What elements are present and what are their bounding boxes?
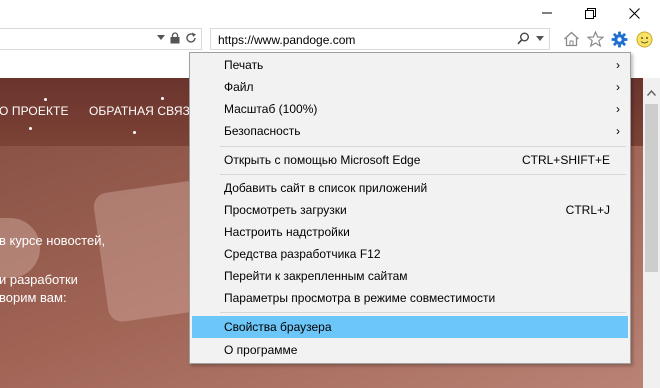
menu-item-security[interactable]: Безопасность › <box>192 120 628 142</box>
menu-item-label: Свойства браузера <box>224 320 332 334</box>
submenu-arrow-icon: › <box>616 124 620 138</box>
lock-icon[interactable] <box>170 32 180 44</box>
menu-separator <box>220 312 626 313</box>
menu-item-shortcut: CTRL+J <box>565 203 610 217</box>
close-icon <box>628 7 640 19</box>
decor-dot <box>161 97 164 100</box>
home-icon[interactable] <box>561 29 581 49</box>
restore-button[interactable] <box>570 0 610 26</box>
menu-item-label: Безопасность <box>224 124 301 138</box>
menu-item-shortcut: CTRL+SHIFT+E <box>521 153 610 167</box>
menu-item-about[interactable]: О программе <box>192 339 628 361</box>
site-text-line: ворим вам: <box>0 290 67 305</box>
menu-separator <box>220 174 626 175</box>
menu-item-label: Средства разработчика F12 <box>224 247 381 261</box>
vertical-scrollbar[interactable] <box>643 78 660 388</box>
scroll-up-button[interactable] <box>643 84 660 101</box>
restore-icon <box>584 7 596 19</box>
search-dropdown-icon[interactable] <box>536 35 544 42</box>
nav-link-feedback[interactable]: ОБРАТНАЯ СВЯЗЬ <box>89 104 198 118</box>
scroll-thumb[interactable] <box>645 104 658 272</box>
smiley-icon[interactable] <box>634 29 654 49</box>
close-button[interactable] <box>614 0 654 26</box>
site-text-line: и разработки <box>0 272 78 287</box>
submenu-arrow-icon: › <box>616 80 620 94</box>
menu-item-label: Печать <box>224 58 264 72</box>
site-text-line: в курсе новостей, <box>0 233 106 248</box>
minimize-icon <box>542 12 552 14</box>
url-text[interactable]: https://www.pandoge.com <box>218 33 355 47</box>
submenu-arrow-icon: › <box>616 102 620 116</box>
search-box-left[interactable] <box>0 28 202 50</box>
menu-item-open-in-edge[interactable]: Открыть с помощью Microsoft Edge CTRL+SH… <box>192 149 628 171</box>
menu-item-f12-dev-tools[interactable]: Средства разработчика F12 <box>192 243 628 265</box>
menu-item-label: Добавить сайт в список приложений <box>224 181 428 195</box>
menu-separator <box>220 146 626 147</box>
submenu-arrow-icon: › <box>616 58 620 72</box>
menu-item-file[interactable]: Файл › <box>192 76 628 98</box>
menu-item-label: Открыть с помощью Microsoft Edge <box>224 153 421 167</box>
nav-link-about[interactable]: О ПРОЕКТЕ <box>0 104 69 118</box>
menu-item-internet-options[interactable]: Свойства браузера <box>192 316 628 338</box>
decor-dot <box>29 127 32 130</box>
menu-item-label: Масштаб (100%) <box>224 102 318 116</box>
menu-item-view-downloads[interactable]: Просмотреть загрузки CTRL+J <box>192 199 628 221</box>
menu-item-label: Файл <box>224 80 254 94</box>
menu-item-manage-addons[interactable]: Настроить надстройки <box>192 221 628 243</box>
refresh-icon[interactable] <box>185 32 197 44</box>
menu-item-pinned-sites[interactable]: Перейти к закрепленным сайтам <box>192 265 628 287</box>
menu-item-label: Параметры просмотра в режиме совместимос… <box>224 291 496 305</box>
search-icon[interactable] <box>517 32 530 45</box>
menu-item-print[interactable]: Печать › <box>192 54 628 76</box>
menu-item-zoom[interactable]: Масштаб (100%) › <box>192 98 628 120</box>
menu-item-label: О программе <box>224 343 298 357</box>
dropdown-arrow-icon[interactable] <box>157 35 165 41</box>
decor-dot <box>44 98 47 101</box>
decor-dot <box>133 131 136 134</box>
star-icon[interactable] <box>585 29 605 49</box>
gear-icon[interactable] <box>609 29 629 49</box>
menu-item-compatibility-view[interactable]: Параметры просмотра в режиме совместимос… <box>192 287 628 309</box>
chevron-up-icon <box>647 89 656 96</box>
menu-item-label: Настроить надстройки <box>224 225 350 239</box>
menu-item-label: Просмотреть загрузки <box>224 203 347 217</box>
menu-item-label: Перейти к закрепленным сайтам <box>224 269 408 283</box>
minimize-button[interactable] <box>527 0 567 26</box>
address-bar[interactable]: https://www.pandoge.com <box>210 28 550 50</box>
tools-menu: Печать › Файл › Масштаб (100%) › Безопас… <box>189 52 631 364</box>
menu-item-add-site-to-apps[interactable]: Добавить сайт в список приложений <box>192 177 628 199</box>
browser-window: https://www.pandoge.com О ПРОЕКТЕ ОБРАТН… <box>0 0 660 388</box>
